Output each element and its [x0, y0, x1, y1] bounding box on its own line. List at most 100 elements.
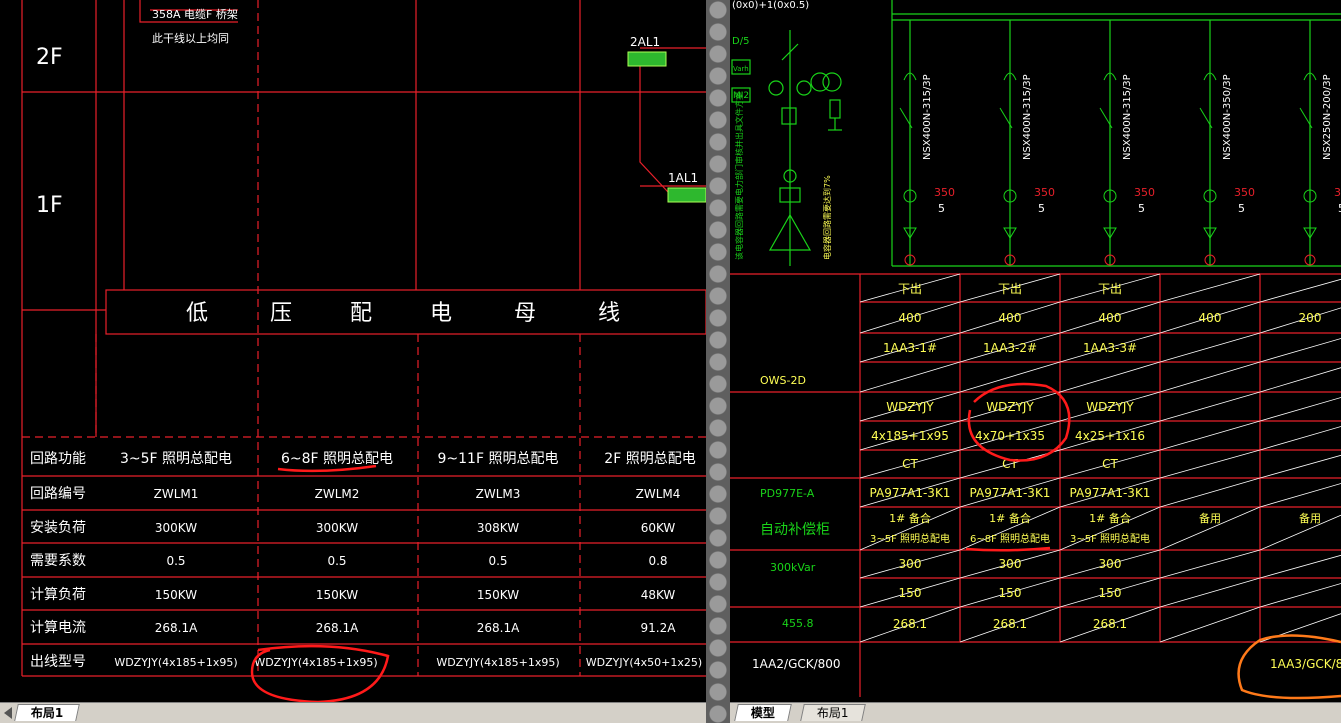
cell-ct: CT: [902, 457, 918, 471]
pane-splitter[interactable]: [706, 0, 730, 723]
cell-diagonal: [1159, 606, 1261, 643]
col4-id: ZWLM4: [636, 487, 681, 501]
busbar-char-3: 配: [350, 301, 372, 326]
col4-factor: 0.8: [648, 554, 667, 568]
breaker-model-label: NSX400N-315/3P: [1022, 74, 1033, 160]
breaker-model-label: NSX400N-350/3P: [1222, 74, 1233, 160]
annotation-circle-left: [250, 644, 390, 704]
right-drawing-pane[interactable]: (0x0)+1(0x0.5) D/5 Varh MI2 该电容器回路需要电力部门…: [730, 0, 1341, 723]
row-header-calc-load: 计算负荷: [30, 587, 86, 603]
right-layout-tabs: 模型 布局1: [730, 702, 1341, 723]
cell-diagonal: [1259, 426, 1341, 451]
cell-size: 400: [999, 311, 1022, 325]
side-label-auto-comp: 自动补偿柜: [760, 522, 830, 538]
cell-use-bottom: 3~5F 照明总配电: [1070, 532, 1150, 545]
tab-layout1-left[interactable]: 布局1: [14, 704, 81, 721]
cell-meter: PA977A1-3K1: [1070, 486, 1151, 500]
cell-calc: 150: [1099, 586, 1122, 600]
col1-factor: 0.5: [166, 554, 185, 568]
cell-diagonal: [1259, 278, 1341, 303]
cell-use-bottom: 6~8F 照明总配电: [970, 532, 1050, 545]
left-layout-tabs: 布局1: [0, 702, 706, 723]
cell-size: 400: [899, 311, 922, 325]
vertical-note-2: 电容器回路需要达到7%: [822, 175, 832, 260]
tab-layout1-right[interactable]: 布局1: [800, 704, 866, 721]
cell-cable-type: WDZYJY: [1086, 400, 1134, 414]
panel-label-1al1: 1AL1: [668, 171, 698, 185]
cell-diagonal: [1259, 338, 1341, 363]
cell-diagonal: [1059, 361, 1161, 393]
right-drawing-canvas[interactable]: (0x0)+1(0x0.5) D/5 Varh MI2 该电容器回路需要电力部门…: [730, 0, 1341, 703]
col1-function: 3~5F 照明总配电: [120, 451, 232, 467]
tab-scroll-left-icon[interactable]: [4, 707, 12, 719]
ct-ratio-bottom: 5: [1038, 202, 1045, 215]
row-header-cable: 出线型号: [30, 654, 86, 670]
ct-ratio-top: 350: [1034, 186, 1055, 199]
cell-diagonal: [1159, 361, 1261, 393]
cell-ids: 1AA3-2#: [983, 341, 1037, 355]
cell-cable-type: WDZYJY: [886, 400, 934, 414]
ct-ratio-bottom: 5: [938, 202, 945, 215]
cell-size: 400: [1199, 311, 1222, 325]
cell-load: 300: [899, 557, 922, 571]
cell-diagonal: [1159, 332, 1261, 363]
col3-calc-load: 150KW: [477, 588, 519, 602]
cell-ids: 1AA3-1#: [883, 341, 937, 355]
cell-diagonal: [1159, 449, 1261, 479]
busbar-char-4: 电: [430, 301, 452, 326]
col3-factor: 0.5: [488, 554, 507, 568]
busbar-char-1: 低: [186, 301, 208, 326]
cell-diagonal: [1259, 367, 1341, 393]
col1-calc-load: 150KW: [155, 588, 197, 602]
col4-function: 2F 照明总配电: [604, 451, 695, 467]
col2-cable: WDZYJY(4x185+1x95): [254, 656, 377, 669]
col2-current: 268.1A: [316, 621, 359, 635]
tab-model[interactable]: 模型: [734, 704, 792, 721]
cell-size: 400: [1099, 311, 1122, 325]
ct-ratio-top: 350: [1234, 186, 1255, 199]
ct-ratio-top: 350: [934, 186, 955, 199]
cell-use-top: 备用: [1199, 511, 1221, 525]
row-header-load: 安装负荷: [30, 520, 86, 536]
label-d5: D/5: [732, 36, 749, 47]
row-header-current: 计算电流: [30, 620, 86, 636]
cell-exit: 下出: [898, 282, 922, 296]
col3-function: 9~11F 照明总配电: [438, 451, 559, 467]
col1-current: 268.1A: [155, 621, 198, 635]
cell-size: 200: [1299, 311, 1322, 325]
left-drawing-canvas[interactable]: 358A 电缆F 桥架 此干线以上均同 2F 1F 2AL1 1AL1 低 压 …: [0, 0, 706, 704]
panel-label-2al1: 2AL1: [630, 35, 660, 49]
cell-diagonal: [1259, 454, 1341, 479]
vertical-note: 该电容器回路需要电力部门审核并出具文件方案: [734, 92, 744, 260]
floor-label-2f: 2F: [36, 45, 63, 70]
side-label-pd977: PD977E-A: [760, 487, 815, 500]
cell-ct: CT: [1102, 457, 1118, 471]
cell-use-top: 1# 备合: [1089, 511, 1131, 525]
cell-current: 268.1: [893, 617, 927, 631]
col3-id: ZWLM3: [476, 487, 521, 501]
col2-calc-load: 150KW: [316, 588, 358, 602]
cell-diagonal: [1159, 577, 1261, 608]
ct-ratio-bottom: 5: [1138, 202, 1145, 215]
label-varh: Varh: [733, 65, 749, 73]
cell-use-top: 备用: [1299, 511, 1321, 525]
cell-diagonal: [1259, 483, 1341, 508]
top-note-1: 358A 电缆F 桥架: [152, 8, 238, 21]
col4-cable: WDZYJY(4x50+1x25): [586, 656, 702, 669]
col3-load: 308KW: [477, 521, 519, 535]
col3-current: 268.1A: [477, 621, 520, 635]
cell-diagonal: [959, 361, 1061, 393]
left-drawing-pane[interactable]: 358A 电缆F 桥架 此干线以上均同 2F 1F 2AL1 1AL1 低 压 …: [0, 0, 706, 723]
ct-ratio-top: 350: [1134, 186, 1155, 199]
cell-cable-type: WDZYJY: [986, 400, 1034, 414]
col4-load: 60KW: [641, 521, 676, 535]
col1-load: 300KW: [155, 521, 197, 535]
cell-cable-spec: 4x185+1x95: [871, 429, 949, 443]
cell-current: 268.1: [993, 617, 1027, 631]
cell-diagonal: [1159, 420, 1261, 451]
col4-calc-load: 48KW: [641, 588, 676, 602]
col2-load: 300KW: [316, 521, 358, 535]
cell-diagonal: [1259, 583, 1341, 608]
cell-ids: 1AA3-3#: [1083, 341, 1137, 355]
col2-id: ZWLM2: [315, 487, 360, 501]
